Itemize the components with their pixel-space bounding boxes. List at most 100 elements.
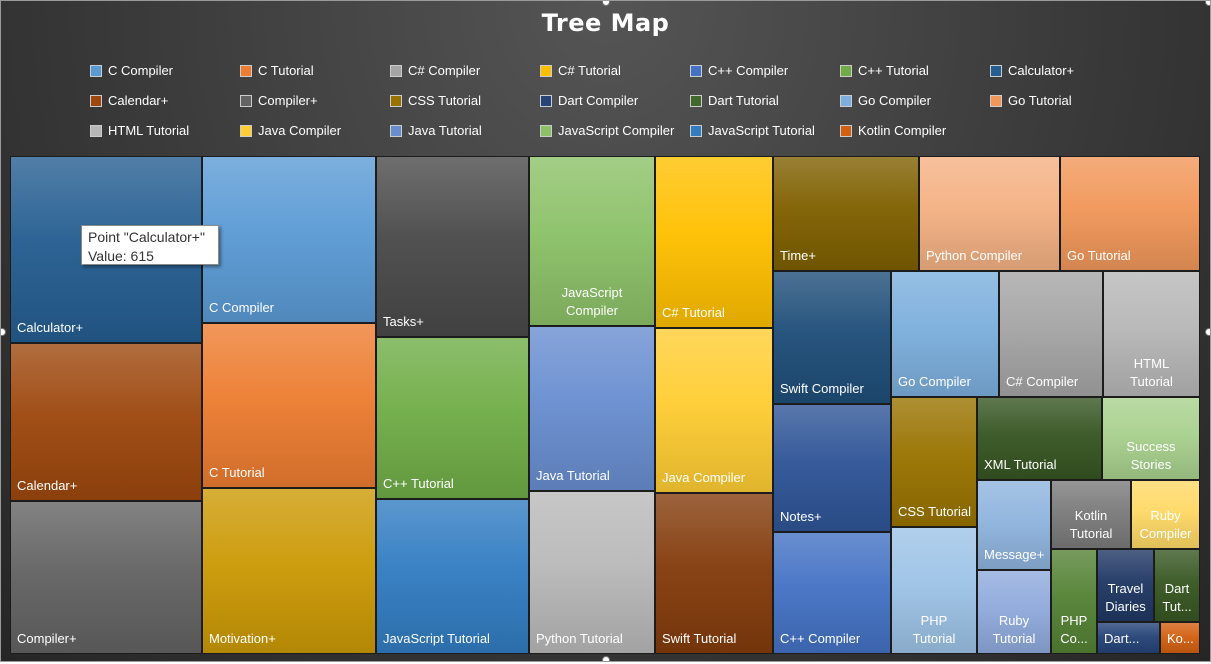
treemap-tile-label: Compiler+ [17,631,77,646]
legend-item-c-tutorial[interactable]: C Tutorial [240,63,314,78]
treemap-tile-label: Swift Tutorial [662,631,737,646]
legend-swatch [390,124,402,137]
treemap-tile-ko[interactable]: Ko... [1160,622,1200,654]
treemap-tile-ruby-compiler[interactable]: Ruby Compiler [1131,480,1200,549]
treemap-tile-notes-plus[interactable]: Notes+ [773,404,891,532]
treemap-tile-javascript-tutorial[interactable]: JavaScript Tutorial [376,499,529,654]
treemap-tile-javascript-compiler[interactable]: JavaScript Compiler [529,156,655,326]
treemap-tile-label: Swift Compiler [780,381,864,396]
legend-swatch [840,94,852,107]
treemap-tile-java-tutorial[interactable]: Java Tutorial [529,326,655,491]
treemap-tile-time-plus[interactable]: Time+ [773,156,919,271]
treemap-tile-label: Python Compiler [926,248,1023,263]
treemap-tile-label: C# Tutorial [662,305,725,320]
legend-item-css-tutorial[interactable]: CSS Tutorial [390,93,481,108]
treemap-tile-c-compiler[interactable]: C Compiler [202,156,376,323]
treemap-tile-c-plus-plus-compiler[interactable]: C++ Compiler [773,532,891,654]
legend-item-go-tutorial[interactable]: Go Tutorial [990,93,1072,108]
treemap-tile-php-tutorial[interactable]: PHP Tutorial [891,527,977,654]
legend-swatch [240,124,252,137]
treemap-tile-label: Ruby Compiler [1139,508,1192,541]
treemap-tile-label: XML Tutorial [984,457,1057,472]
legend-swatch [990,64,1002,77]
treemap-tile-label: Tasks+ [383,314,424,329]
treemap-tile-dart[interactable]: Dart... [1097,622,1160,654]
legend-item-c-sharp-tutorial[interactable]: C# Tutorial [540,63,621,78]
treemap-tile-success-stories[interactable]: Success Stories [1102,397,1200,480]
treemap-tile-c-sharp-tutorial[interactable]: C# Tutorial [655,156,773,328]
treemap-tile-calendar-plus[interactable]: Calendar+ [10,343,202,501]
treemap-tile-label: Travel Diaries [1105,581,1146,614]
legend-item-c-compiler[interactable]: C Compiler [90,63,173,78]
legend-item-c-plus-plus-tutorial[interactable]: C++ Tutorial [840,63,929,78]
legend-item-dart-compiler[interactable]: Dart Compiler [540,93,638,108]
legend-item-c-plus-plus-compiler[interactable]: C++ Compiler [690,63,788,78]
treemap-tile-python-compiler[interactable]: Python Compiler [919,156,1060,271]
legend-swatch [690,94,702,107]
treemap-tile-html-tutorial[interactable]: HTML Tutorial [1103,271,1200,397]
treemap-tile-motivation-plus[interactable]: Motivation+ [202,488,376,654]
legend-swatch [540,64,552,77]
treemap-tile-message-plus[interactable]: Message+ [977,480,1051,570]
treemap-tile-label: Python Tutorial [536,631,623,646]
legend-swatch [690,64,702,77]
resize-handle-left[interactable] [1,328,6,336]
treemap-tile-compiler-plus[interactable]: Compiler+ [10,501,202,654]
treemap-tile-label: Motivation+ [209,631,276,646]
treemap-tile-php-co[interactable]: PHP Co... [1051,549,1097,654]
treemap-tile-label: Time+ [780,248,816,263]
treemap-tile-label: Java Tutorial [536,468,610,483]
treemap-tile-travel-diaries[interactable]: Travel Diaries [1097,549,1154,622]
treemap-tile-label: Dart Tut... [1162,581,1192,614]
legend-item-compiler-plus[interactable]: Compiler+ [240,93,318,108]
treemap-tile-swift-tutorial[interactable]: Swift Tutorial [655,493,773,654]
legend-label: C Tutorial [258,63,314,78]
chart-legend: C Compiler C Tutorial C# Compiler C# Tutori… [1,1,1210,151]
treemap-tile-label: HTML Tutorial [1130,356,1173,389]
treemap-tile-xml-tutorial[interactable]: XML Tutorial [977,397,1102,480]
legend-label: Compiler+ [258,93,318,108]
chart-frame: Tree Map C Compiler C Tutorial C# Compiler… [0,0,1211,662]
treemap-tile-label: PHP Tutorial [912,613,956,646]
legend-item-kotlin-compiler[interactable]: Kotlin Compiler [840,123,946,138]
legend-swatch [690,124,702,137]
legend-swatch [390,64,402,77]
legend-item-javascript-tutorial[interactable]: JavaScript Tutorial [690,123,815,138]
treemap-tile-label: CSS Tutorial [898,504,971,519]
legend-item-html-tutorial[interactable]: HTML Tutorial [90,123,189,138]
legend-label: Kotlin Compiler [858,123,947,138]
treemap-tile-label: Success Stories [1126,439,1176,472]
resize-handle-top-right[interactable] [1205,1,1210,6]
legend-item-calendar-plus[interactable]: Calendar+ [90,93,168,108]
legend-item-c-sharp-compiler[interactable]: C# Compiler [390,63,480,78]
legend-item-calculator-plus[interactable]: Calculator+ [990,63,1074,78]
treemap-tile-label: Calendar+ [17,478,78,493]
treemap-tile-c-tutorial[interactable]: C Tutorial [202,323,376,488]
treemap-tile-tasks-plus[interactable]: Tasks+ [376,156,529,337]
treemap-tile-swift-compiler[interactable]: Swift Compiler [773,271,891,404]
treemap-tile-python-tutorial[interactable]: Python Tutorial [529,491,655,654]
treemap-tile-go-compiler[interactable]: Go Compiler [891,271,999,397]
legend-label: C++ Compiler [708,63,789,78]
legend-item-java-compiler[interactable]: Java Compiler [240,123,341,138]
tooltip-value-label: Value: 615 [88,248,154,264]
treemap-tile-c-sharp-compiler[interactable]: C# Compiler [999,271,1103,397]
treemap-tile-label: Ruby Tutorial [992,613,1036,646]
resize-handle-bottom[interactable] [602,656,610,661]
legend-item-javascript-compiler[interactable]: JavaScript Compiler [540,123,674,138]
treemap-tile-dart-tut[interactable]: Dart Tut... [1154,549,1200,622]
treemap-tile-java-compiler[interactable]: Java Compiler [655,328,773,493]
legend-item-java-tutorial[interactable]: Java Tutorial [390,123,482,138]
legend-swatch [90,94,102,107]
legend-label: JavaScript Compiler [558,123,675,138]
legend-swatch [240,64,252,77]
treemap-tile-c-plus-plus-tutorial[interactable]: C++ Tutorial [376,337,529,499]
treemap-tile-kotlin-tutorial[interactable]: Kotlin Tutorial [1051,480,1131,549]
treemap-tile-ruby-tutorial[interactable]: Ruby Tutorial [977,570,1051,654]
legend-item-dart-tutorial[interactable]: Dart Tutorial [690,93,779,108]
treemap-tile-label: Go Compiler [898,374,971,389]
treemap-tile-css-tutorial[interactable]: CSS Tutorial [891,397,977,527]
treemap-tile-go-tutorial[interactable]: Go Tutorial [1060,156,1200,271]
resize-handle-right[interactable] [1205,328,1210,336]
legend-item-go-compiler[interactable]: Go Compiler [840,93,931,108]
